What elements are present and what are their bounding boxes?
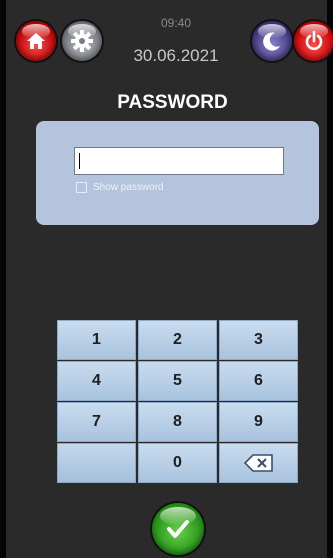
key-blank <box>57 443 136 483</box>
key-4[interactable]: 4 <box>57 361 136 401</box>
key-1[interactable]: 1 <box>57 320 136 360</box>
settings-button[interactable] <box>62 21 102 61</box>
check-icon <box>167 520 189 538</box>
show-password-toggle[interactable]: Show password <box>76 182 164 193</box>
key-7[interactable]: 7 <box>57 402 136 442</box>
clock-time: 09:40 <box>160 16 192 30</box>
numeric-keypad: 1 2 3 4 5 6 7 8 9 0 <box>57 320 298 483</box>
password-input[interactable] <box>74 147 284 175</box>
key-2[interactable]: 2 <box>138 320 217 360</box>
backspace-key[interactable] <box>219 443 298 483</box>
gear-icon <box>71 30 93 52</box>
key-6[interactable]: 6 <box>219 361 298 401</box>
key-0[interactable]: 0 <box>138 443 217 483</box>
key-9[interactable]: 9 <box>219 402 298 442</box>
key-8[interactable]: 8 <box>138 402 217 442</box>
moon-icon <box>263 32 280 51</box>
power-button[interactable] <box>294 21 333 61</box>
home-button[interactable] <box>16 21 56 61</box>
home-icon <box>27 33 45 49</box>
night-mode-button[interactable] <box>252 21 292 61</box>
clock-date: 30.06.2021 <box>133 46 219 65</box>
confirm-button[interactable] <box>152 503 204 555</box>
page-title: PASSWORD <box>117 92 228 113</box>
backspace-icon <box>243 454 273 472</box>
show-password-checkbox[interactable] <box>76 182 87 193</box>
password-panel: Show password <box>36 121 319 225</box>
text-caret <box>79 153 80 169</box>
key-3[interactable]: 3 <box>219 320 298 360</box>
key-5[interactable]: 5 <box>138 361 217 401</box>
show-password-label: Show password <box>93 182 164 193</box>
power-icon <box>305 30 323 50</box>
password-screen: 09:40 30.06.2021 PASSWORD Show password … <box>0 0 333 558</box>
